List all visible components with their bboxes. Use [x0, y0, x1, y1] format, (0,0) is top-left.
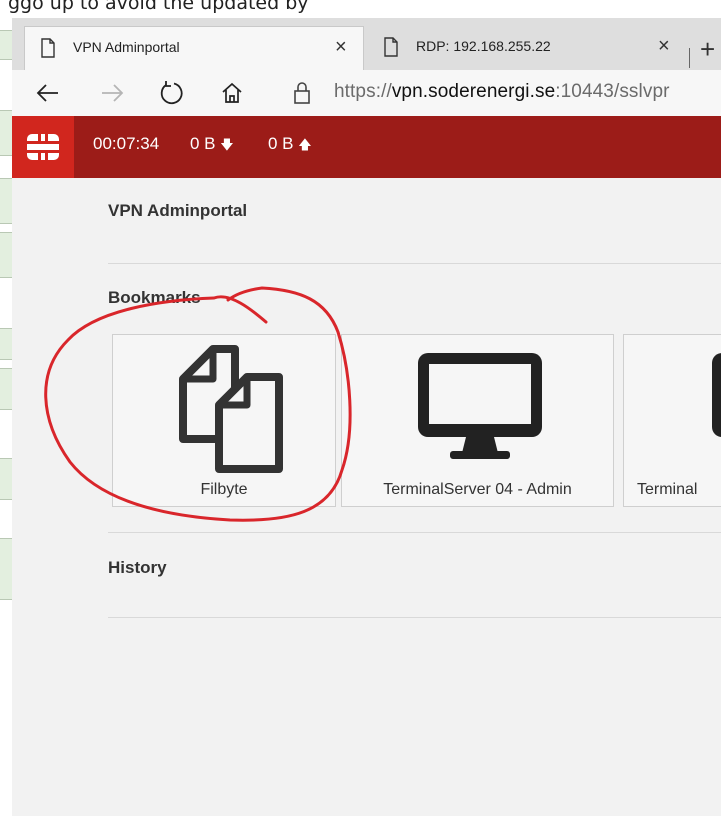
- close-tab-icon[interactable]: ×: [335, 36, 347, 59]
- tab-vpn-adminportal[interactable]: VPN Adminportal ×: [24, 26, 364, 70]
- history-heading: History: [108, 558, 167, 577]
- page-icon: [41, 38, 55, 58]
- divider: [108, 617, 721, 618]
- monitor-icon: [712, 353, 721, 437]
- background-block: [0, 328, 12, 360]
- home-icon[interactable]: [218, 80, 246, 106]
- files-icon: [179, 345, 283, 473]
- page-icon: [384, 37, 398, 57]
- url-field[interactable]: https://vpn.soderenergi.se:10443/sslvpr: [334, 81, 670, 103]
- download-counter: 0 B 🡇: [190, 134, 234, 158]
- upload-arrow-icon: 🡅: [298, 137, 312, 152]
- background-block: [0, 368, 12, 410]
- lock-icon[interactable]: [288, 80, 316, 106]
- back-arrow-icon[interactable]: [34, 80, 62, 106]
- bookmark-terminalserver-04-admin[interactable]: TerminalServer 04 - Admin: [341, 334, 614, 507]
- top-cropped-text: ggo up to avoid the updated by: [8, 0, 309, 14]
- tab-title: VPN Adminportal: [73, 39, 180, 55]
- address-bar: https://vpn.soderenergi.se:10443/sslvpr: [12, 70, 721, 117]
- upload-value: 0 B: [268, 134, 294, 153]
- background-block: [0, 538, 12, 600]
- url-path: :10443/sslvpr: [555, 81, 670, 102]
- background-block: [0, 110, 12, 156]
- close-tab-icon[interactable]: ×: [658, 35, 670, 58]
- fortinet-logo-icon: [27, 134, 59, 160]
- upload-counter: 0 B 🡅: [268, 134, 312, 158]
- refresh-icon[interactable]: [158, 80, 186, 106]
- browser-tab-bar: VPN Adminportal × RDP: 192.168.255.22 × …: [12, 18, 721, 70]
- divider: [108, 263, 721, 264]
- fortinet-logo[interactable]: [12, 116, 74, 178]
- portal-title: VPN Adminportal: [108, 201, 248, 220]
- bookmark-filbyte[interactable]: Filbyte: [112, 334, 336, 507]
- url-host: vpn.soderenergi.se: [391, 81, 556, 102]
- session-timer: 00:07:34: [93, 134, 160, 153]
- bookmark-label: Terminal: [637, 481, 698, 498]
- bookmark-label: Filbyte: [200, 481, 248, 498]
- download-arrow-icon: 🡇: [220, 137, 234, 152]
- bookmark-terminal[interactable]: Terminal: [623, 334, 721, 507]
- bookmarks-heading: Bookmarks: [108, 288, 201, 307]
- url-scheme: https://: [334, 81, 392, 102]
- tab-divider: [689, 48, 690, 68]
- tab-rdp[interactable]: RDP: 192.168.255.22 ×: [368, 26, 721, 70]
- monitor-icon: [418, 353, 542, 459]
- divider: [108, 532, 721, 533]
- top-cropped-strip: ggo up to avoid the updated by: [0, 0, 721, 18]
- background-block: [0, 458, 12, 500]
- new-tab-button[interactable]: +: [700, 34, 715, 65]
- vpn-header-bar: 00:07:34 0 B 🡇 0 B 🡅: [12, 116, 721, 178]
- background-block: [0, 178, 12, 224]
- bookmark-label: TerminalServer 04 - Admin: [383, 481, 572, 498]
- background-block: [0, 232, 12, 278]
- download-value: 0 B: [190, 134, 216, 153]
- tab-title: RDP: 192.168.255.22: [416, 38, 551, 54]
- background-block: [0, 30, 12, 60]
- forward-arrow-icon[interactable]: [98, 80, 126, 106]
